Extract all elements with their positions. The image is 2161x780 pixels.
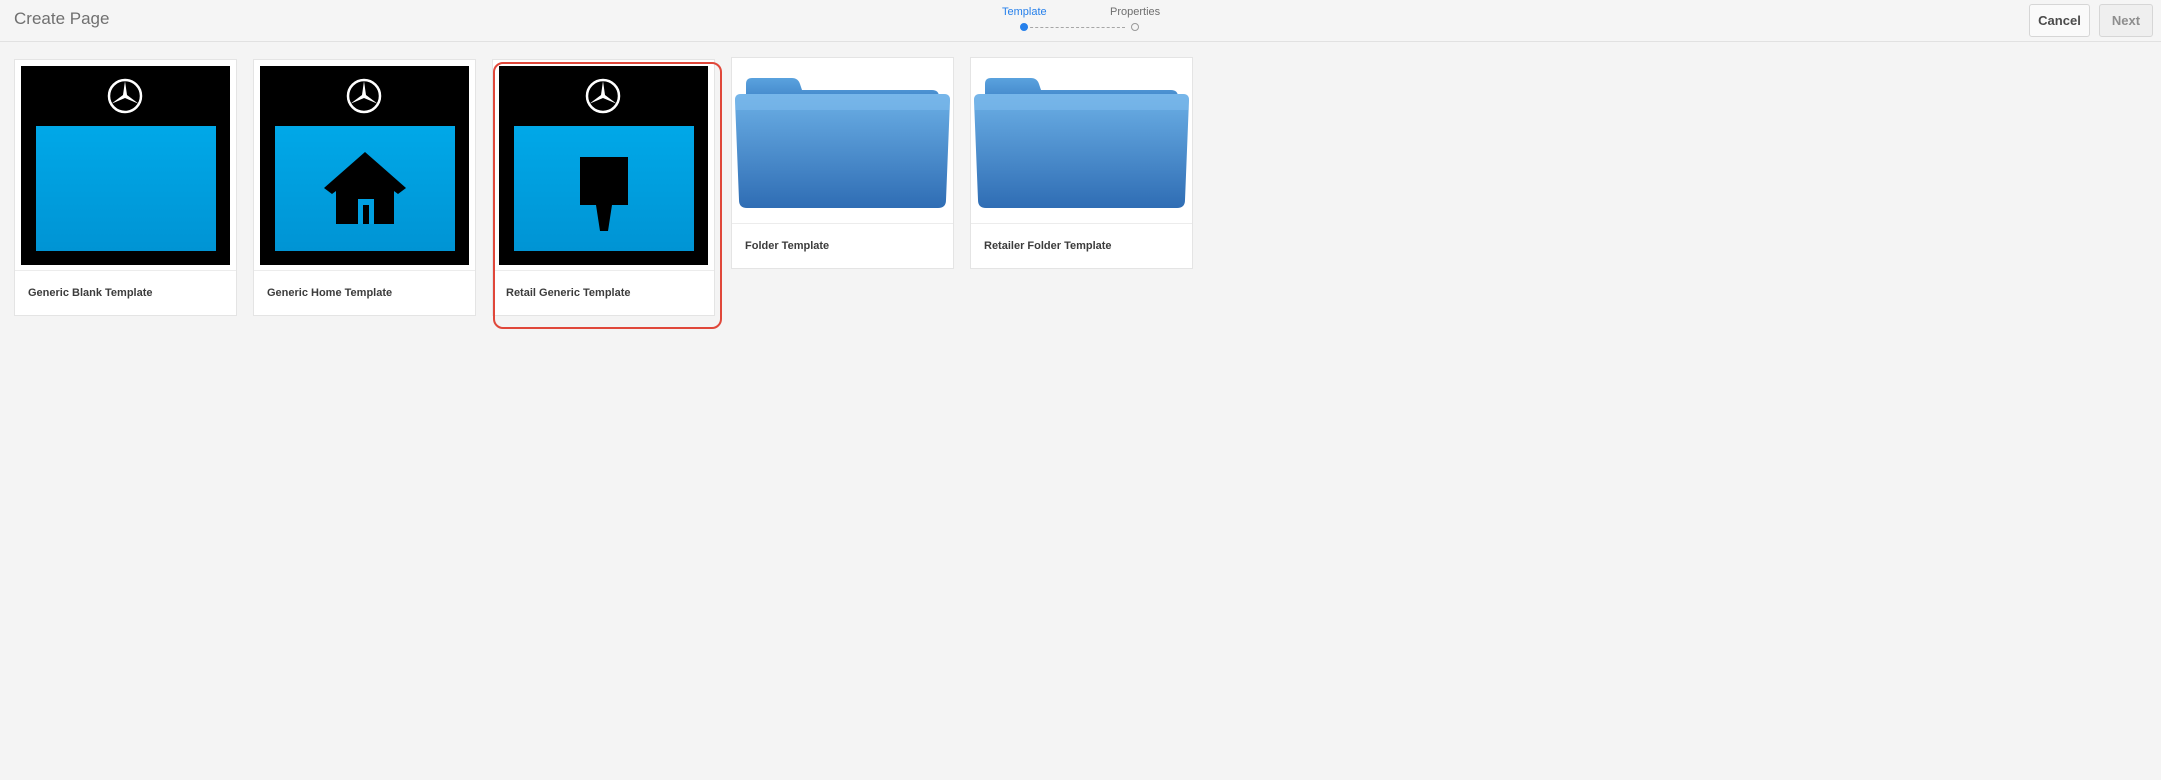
template-card-retailer-folder[interactable]: Retailer Folder Template: [970, 57, 1193, 269]
top-bar: Create Page Template Properties Cancel N…: [0, 0, 2161, 42]
template-card-retail-generic[interactable]: Retail Generic Template: [492, 59, 715, 316]
template-thumbnail: [15, 60, 236, 271]
home-icon: [324, 152, 406, 224]
retail-pin-icon: [580, 157, 628, 231]
template-title: Generic Blank Template: [15, 270, 236, 315]
step-connector: [1025, 27, 1125, 28]
page-title: Create Page: [14, 9, 110, 28]
cancel-button[interactable]: Cancel: [2029, 4, 2090, 37]
step-properties-dot: [1131, 23, 1139, 31]
blank-page-icon: [36, 126, 216, 251]
step-template-dot: [1020, 23, 1028, 31]
template-thumbnail: [493, 60, 714, 271]
step-properties-label[interactable]: Properties: [1110, 6, 1160, 18]
folder-icon: [974, 78, 1189, 208]
wizard-steps: Template Properties: [990, 4, 1180, 34]
template-title: Retail Generic Template: [493, 270, 714, 315]
template-card-folder[interactable]: Folder Template: [731, 57, 954, 269]
brand-star-logo-icon: [346, 78, 382, 114]
brand-star-logo-icon: [585, 78, 621, 114]
template-card-generic-home[interactable]: Generic Home Template: [253, 59, 476, 316]
template-title: Retailer Folder Template: [971, 223, 1192, 268]
brand-star-logo-icon: [107, 78, 143, 114]
next-button[interactable]: Next: [2099, 4, 2153, 37]
template-thumbnail: [254, 60, 475, 271]
step-template-label[interactable]: Template: [1002, 6, 1047, 18]
folder-icon: [735, 78, 950, 208]
template-title: Folder Template: [732, 223, 953, 268]
template-thumbnail: [732, 58, 953, 224]
template-thumbnail: [971, 58, 1192, 224]
template-card-generic-blank[interactable]: Generic Blank Template: [14, 59, 237, 316]
template-title: Generic Home Template: [254, 270, 475, 315]
